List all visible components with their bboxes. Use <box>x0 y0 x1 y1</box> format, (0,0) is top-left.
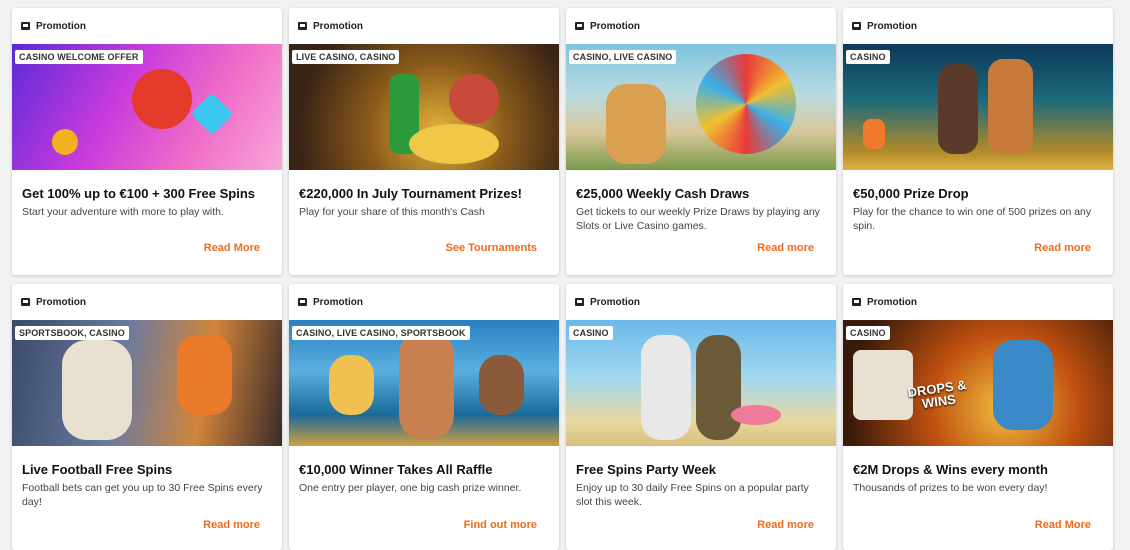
promo-banner-image[interactable]: CASINO <box>566 320 836 446</box>
read-more-link[interactable]: Read More <box>1035 519 1091 531</box>
promo-description: Thousands of prizes to be won every day! <box>853 482 1048 494</box>
promotion-icon <box>298 22 307 30</box>
zeus-figure <box>62 340 132 440</box>
promo-title[interactable]: €220,000 In July Tournament Prizes! <box>299 186 549 201</box>
promo-title[interactable]: €2M Drops & Wins every month <box>853 462 1103 477</box>
read-more-link[interactable]: Read More <box>204 242 260 254</box>
promo-header: Promotion <box>843 8 1113 44</box>
category-tag: CASINO <box>846 326 890 340</box>
read-more-link[interactable]: Read more <box>757 242 814 254</box>
see-tournaments-link[interactable]: See Tournaments <box>446 242 538 254</box>
promo-banner-image[interactable]: SPORTSBOOK, CASINO <box>12 320 282 446</box>
character-figure <box>988 59 1033 154</box>
gem-icon <box>190 92 234 136</box>
promo-header-label: Promotion <box>36 20 86 32</box>
jester-figure <box>132 69 192 129</box>
promo-header-label: Promotion <box>867 296 917 308</box>
category-tag: LIVE CASINO, CASINO <box>292 50 400 64</box>
promo-title[interactable]: €10,000 Winner Takes All Raffle <box>299 462 549 477</box>
category-tag: SPORTSBOOK, CASINO <box>15 326 129 340</box>
category-tag: CASINO WELCOME OFFER <box>15 50 143 64</box>
promo-description: One entry per player, one big cash prize… <box>299 482 522 494</box>
promo-header-label: Promotion <box>313 296 363 308</box>
promo-header: Promotion <box>289 284 559 320</box>
promo-card[interactable]: Promotion LIVE CASINO, CASINO €220,000 I… <box>289 8 559 275</box>
promo-card[interactable]: Promotion CASINO, LIVE CASINO €25,000 We… <box>566 8 836 275</box>
promo-banner-image[interactable]: CASINO WELCOME OFFER <box>12 44 282 170</box>
promotion-icon <box>575 22 584 30</box>
promo-header: Promotion <box>12 8 282 44</box>
read-more-link[interactable]: Read more <box>203 519 260 531</box>
category-tag: CASINO <box>846 50 890 64</box>
find-out-more-link[interactable]: Find out more <box>464 519 537 531</box>
promo-header: Promotion <box>12 284 282 320</box>
promotion-icon <box>21 22 30 30</box>
bell-icon <box>52 129 78 155</box>
promo-card[interactable]: Promotion DROPS & WINS CASINO €2M Drops … <box>843 284 1113 550</box>
promo-banner-image[interactable]: DROPS & WINS CASINO <box>843 320 1113 446</box>
character-figure <box>479 355 524 415</box>
promo-description: Get tickets to our weekly Prize Draws by… <box>576 206 820 232</box>
promo-description: Football bets can get you up to 30 Free … <box>22 482 263 508</box>
promo-header: Promotion <box>566 8 836 44</box>
promo-header-label: Promotion <box>590 296 640 308</box>
promo-header-label: Promotion <box>36 296 86 308</box>
character-figure <box>449 74 499 124</box>
promo-title[interactable]: Free Spins Party Week <box>576 462 826 477</box>
promo-description: Enjoy up to 30 daily Free Spins on a pop… <box>576 482 809 508</box>
promo-header: Promotion <box>289 8 559 44</box>
promo-title[interactable]: €25,000 Weekly Cash Draws <box>576 186 826 201</box>
promotion-icon <box>575 298 584 306</box>
prize-wheel-icon <box>696 54 796 154</box>
promo-description: Start your adventure with more to play w… <box>22 206 224 218</box>
promo-banner-image[interactable]: CASINO, LIVE CASINO, SPORTSBOOK <box>289 320 559 446</box>
treasure-icon <box>409 124 499 164</box>
promo-header-label: Promotion <box>313 20 363 32</box>
category-tag: CASINO, LIVE CASINO <box>569 50 677 64</box>
character-figure <box>329 355 374 415</box>
explorer-figure <box>696 335 741 440</box>
read-more-link[interactable]: Read more <box>757 519 814 531</box>
read-more-link[interactable]: Read more <box>1034 242 1091 254</box>
promo-header-label: Promotion <box>590 20 640 32</box>
promo-card[interactable]: Promotion CASINO €50,000 Prize Drop Play… <box>843 8 1113 275</box>
promo-header: Promotion <box>566 284 836 320</box>
promotion-icon <box>852 22 861 30</box>
float-ring-icon <box>731 405 781 425</box>
fan-figure <box>177 335 232 415</box>
promotions-grid: Promotion CASINO WELCOME OFFER Get 100% … <box>0 0 1130 550</box>
promo-banner-image[interactable]: LIVE CASINO, CASINO <box>289 44 559 170</box>
promo-banner-image[interactable]: CASINO <box>843 44 1113 170</box>
promo-header-label: Promotion <box>867 20 917 32</box>
promo-title[interactable]: Get 100% up to €100 + 300 Free Spins <box>22 186 272 201</box>
explorer-figure <box>606 84 666 164</box>
promo-card[interactable]: Promotion CASINO, LIVE CASINO, SPORTSBOO… <box>289 284 559 550</box>
zeus-figure <box>641 335 691 440</box>
promotion-icon <box>298 298 307 306</box>
gummy-bear-icon <box>863 119 885 149</box>
promotion-icon <box>852 298 861 306</box>
character-figure <box>993 340 1053 430</box>
promo-description: Play for the chance to win one of 500 pr… <box>853 206 1092 232</box>
promo-header: Promotion <box>843 284 1113 320</box>
promotion-icon <box>21 298 30 306</box>
host-figure <box>399 330 454 440</box>
character-figure <box>938 64 978 154</box>
promo-title[interactable]: Live Football Free Spins <box>22 462 272 477</box>
promo-title[interactable]: €50,000 Prize Drop <box>853 186 1103 201</box>
promo-card[interactable]: Promotion CASINO Free Spins Party Week E… <box>566 284 836 550</box>
promo-banner-image[interactable]: CASINO, LIVE CASINO <box>566 44 836 170</box>
category-tag: CASINO, LIVE CASINO, SPORTSBOOK <box>292 326 470 340</box>
promo-description: Play for your share of this month's Cash <box>299 206 485 218</box>
category-tag: CASINO <box>569 326 613 340</box>
promo-card[interactable]: Promotion SPORTSBOOK, CASINO Live Footba… <box>12 284 282 550</box>
promo-card[interactable]: Promotion CASINO WELCOME OFFER Get 100% … <box>12 8 282 275</box>
